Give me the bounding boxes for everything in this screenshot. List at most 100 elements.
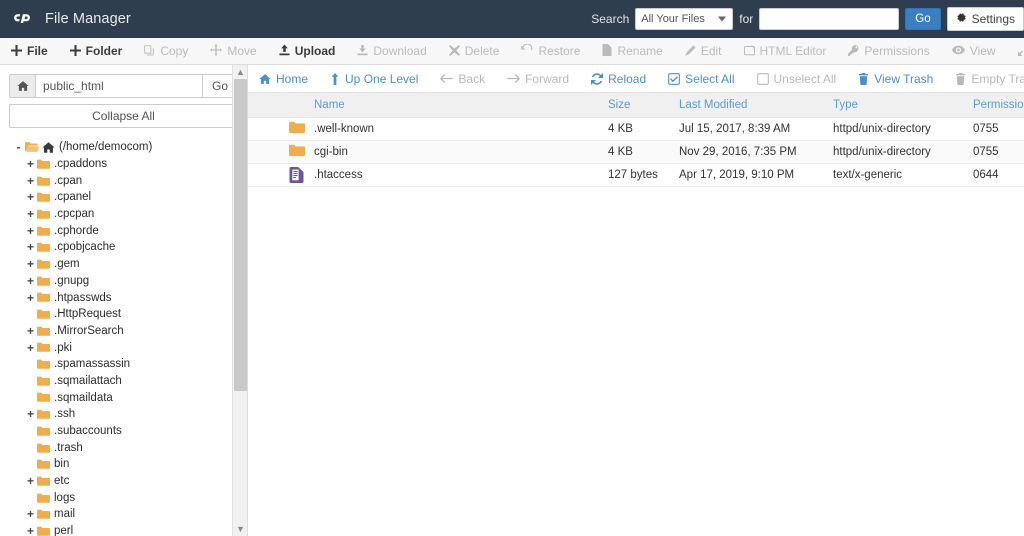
tree-node-ssh[interactable]: + .ssh [12, 406, 247, 423]
tree-node-spamassassin[interactable]: .spamassassin [12, 356, 247, 373]
home-icon[interactable] [9, 74, 35, 98]
tree-node-cpaddons[interactable]: + .cpaddons [12, 156, 247, 173]
file-name-label[interactable]: .htaccess [314, 169, 363, 181]
tree-scroll-area: - (/home/democom) + .cpaddons + .cpan + .cpanel… [0, 137, 247, 536]
path-input[interactable]: public_html [35, 74, 202, 98]
tree-node-cphorde[interactable]: + .cphorde [12, 222, 247, 239]
key-icon [848, 44, 859, 58]
directory-tree-pane: public_html Go Collapse All - (/home/demo… [0, 65, 248, 536]
tree-node-label: .cpan [54, 174, 83, 187]
cell-type: httpd/unix-directory [833, 140, 973, 164]
reload-icon [591, 72, 604, 85]
column-header-name[interactable]: Name [281, 99, 345, 111]
expand-plus-icon[interactable]: + [24, 208, 37, 220]
tree-node-label: .cpcpan [54, 208, 95, 221]
column-header-size[interactable]: Size [608, 93, 679, 118]
arrow-right-icon [507, 73, 520, 84]
column-header-last-modified[interactable]: Last Modified [679, 93, 833, 118]
scroll-down-arrow-icon[interactable]: ▼ [233, 522, 248, 536]
toolbar-move-button: Move [199, 38, 267, 64]
expand-plus-icon[interactable]: + [24, 275, 37, 287]
tree-node-pki[interactable]: + .pki [12, 339, 247, 356]
file-name-label[interactable]: cgi-bin [314, 146, 348, 158]
nav-empty-trash-button: Empty Trash [944, 65, 1024, 92]
tree-node-htpasswds[interactable]: + .htpasswds [12, 289, 247, 306]
expand-plus-icon[interactable]: + [24, 175, 37, 187]
nav-view-trash-button[interactable]: View Trash [847, 65, 944, 92]
table-header-row: Name Size Last Modified Type Permissions [248, 93, 1024, 118]
expand-plus-icon[interactable]: + [24, 191, 37, 203]
collapse-all-button[interactable]: Collapse All [9, 104, 238, 128]
search-scope-value: All Your Files [641, 13, 705, 25]
tree-node-gnupg[interactable]: + .gnupg [12, 273, 247, 290]
expand-plus-icon[interactable]: + [24, 225, 37, 237]
nav-home-button[interactable]: Home [248, 65, 319, 92]
nav-item-label: Forward [525, 71, 570, 86]
nav-reload-button[interactable]: Reload [580, 65, 657, 92]
tree-vertical-scrollbar[interactable]: ▲ ▼ [232, 65, 247, 536]
expand-plus-icon[interactable]: + [24, 325, 37, 337]
tree-node-cpanel[interactable]: + .cpanel [12, 189, 247, 206]
tree-node-mail[interactable]: + mail [12, 506, 247, 523]
tree-node-trash[interactable]: .trash [12, 439, 247, 456]
html-editor-icon [743, 44, 755, 58]
tree-node-cpan[interactable]: + .cpan [12, 172, 247, 189]
folder-icon [37, 376, 50, 386]
column-header-permissions[interactable]: Permissions [973, 93, 1024, 118]
tree-node-httprequest[interactable]: .HttpRequest [12, 306, 247, 323]
search-input[interactable] [759, 8, 900, 30]
tree-node-cpobjcache[interactable]: + .cpobjcache [12, 239, 247, 256]
tree-node-logs[interactable]: logs [12, 489, 247, 506]
search-for-label: for [739, 12, 754, 26]
tree-node-label: .cpanel [54, 191, 92, 204]
tree-node-etc[interactable]: + etc [12, 473, 247, 490]
tree-node-homedemocom[interactable]: - (/home/democom) [12, 139, 247, 156]
home-icon [259, 73, 271, 85]
column-header-type[interactable]: Type [833, 93, 973, 118]
tree-node-label: bin [54, 458, 70, 471]
download-icon [357, 44, 368, 58]
toolbar-upload-button[interactable]: Upload [268, 38, 347, 64]
tree-node-mirrorsearch[interactable]: + .MirrorSearch [12, 323, 247, 340]
nav-item-label: Home [276, 71, 309, 86]
file-name-label[interactable]: .well-known [314, 123, 374, 135]
scrollbar-thumb[interactable] [234, 79, 247, 391]
expand-plus-icon[interactable]: + [24, 258, 37, 270]
table-row[interactable]: .well-known 4 KB Jul 15, 2017, 8:39 AM http… [248, 117, 1024, 141]
expand-plus-icon[interactable]: + [24, 241, 37, 253]
table-row[interactable]: .htaccess 127 bytes Apr 17, 2019, 9:10 PM t… [248, 163, 1024, 187]
tree-node-subaccounts[interactable]: .subaccounts [12, 423, 247, 440]
expand-plus-icon[interactable]: + [24, 475, 37, 487]
pencil-icon [684, 44, 696, 58]
search-scope-select[interactable]: All Your Files [635, 8, 734, 30]
collapse-minus-icon[interactable]: - [12, 141, 25, 153]
tree-node-perl[interactable]: + perl [12, 523, 247, 536]
tree-node-label: .sqmaildata [54, 391, 113, 404]
main-body: public_html Go Collapse All - (/home/demo… [0, 65, 1024, 536]
toolbar-file-button[interactable]: File [0, 38, 59, 64]
toolbar-item-label: View [969, 44, 996, 58]
folder-icon [37, 209, 50, 219]
expand-plus-icon[interactable]: + [24, 508, 37, 520]
table-row[interactable]: cgi-bin 4 KB Nov 29, 2016, 7:35 PM httpd/un… [248, 140, 1024, 164]
tree-node-sqmailattach[interactable]: .sqmailattach [12, 373, 247, 390]
tree-node-bin[interactable]: bin [12, 456, 247, 473]
nav-up-one-level-button[interactable]: Up One Level [319, 65, 429, 92]
expand-plus-icon[interactable]: + [24, 292, 37, 304]
tree-node-gem[interactable]: + .gem [12, 256, 247, 273]
settings-button[interactable]: Settings [946, 7, 1024, 31]
expand-plus-icon[interactable]: + [24, 158, 37, 170]
tree-node-sqmaildata[interactable]: .sqmaildata [12, 389, 247, 406]
toolbar-folder-button[interactable]: Folder [59, 38, 134, 64]
plus-icon [69, 44, 81, 58]
search-label: Search [591, 12, 630, 26]
scroll-up-arrow-icon[interactable]: ▲ [233, 65, 248, 79]
search-go-button[interactable]: Go [905, 8, 941, 30]
move-arrows-icon [210, 44, 223, 58]
folder-icon [37, 309, 50, 319]
expand-plus-icon[interactable]: + [24, 342, 37, 354]
expand-plus-icon[interactable]: + [24, 408, 37, 420]
tree-node-cpcpan[interactable]: + .cpcpan [12, 206, 247, 223]
nav-select-all-button[interactable]: Select All [657, 65, 745, 92]
expand-plus-icon[interactable]: + [24, 525, 37, 536]
